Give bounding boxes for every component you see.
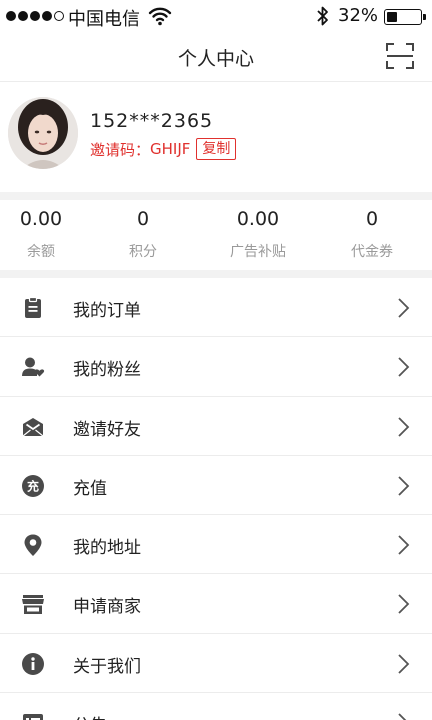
invite-mail-icon <box>21 415 45 439</box>
avatar[interactable] <box>8 97 78 169</box>
stat-vouchers[interactable]: 0 代金券 <box>312 200 432 270</box>
menu-item-announcement[interactable]: 公告 <box>0 693 432 720</box>
menu-item-about-us[interactable]: 关于我们 <box>0 634 432 694</box>
menu-item-label: 充值 <box>73 478 107 499</box>
invite-code-label: 邀请码： <box>90 140 151 159</box>
user-phone: 152***2365 <box>90 110 214 132</box>
wifi-icon <box>148 6 172 30</box>
chevron-right-icon <box>396 297 410 319</box>
stat-balance[interactable]: 0.00 余额 <box>0 200 82 270</box>
menu-item-my-address[interactable]: 我的地址 <box>0 515 432 575</box>
chevron-right-icon <box>396 534 410 556</box>
chevron-right-icon <box>396 475 410 497</box>
menu-item-label: 我的地址 <box>73 538 141 559</box>
location-pin-icon <box>21 533 45 557</box>
page-title: 个人中心 <box>177 48 254 70</box>
stat-vouchers-value: 0 <box>365 208 379 230</box>
stat-ad-subsidy[interactable]: 0.00 广告补贴 <box>204 200 312 270</box>
menu-item-label: 公告 <box>73 711 107 720</box>
section-divider <box>0 192 432 200</box>
info-icon <box>21 652 45 676</box>
section-divider <box>0 270 432 278</box>
store-icon <box>21 592 45 616</box>
fans-icon <box>21 355 45 379</box>
battery-icon <box>384 9 422 25</box>
menu-item-label: 邀请好友 <box>73 419 141 440</box>
menu-item-label: 申请商家 <box>73 597 141 618</box>
nav-bar: 个人中心 <box>0 32 432 82</box>
menu-item-my-orders[interactable]: 我的订单 <box>0 278 432 338</box>
menu-item-label: 我的订单 <box>73 301 141 321</box>
stat-points-label: 积分 <box>129 244 157 260</box>
menu-item-label: 关于我们 <box>73 656 141 677</box>
status-bar: 中国电信 32% <box>0 0 432 32</box>
menu-item-my-fans[interactable]: 我的粉丝 <box>0 337 432 397</box>
menu-item-apply-merchant[interactable]: 申请商家 <box>0 574 432 634</box>
battery-percent: 32% <box>338 5 379 26</box>
profile-card[interactable]: 152***2365 邀请码： GHIJF 复制 <box>0 82 432 192</box>
recharge-icon: 充 <box>21 474 45 498</box>
menu-list: 我的订单 我的粉丝 邀请好友 充 充值 我的地址 申请商家 关于我们 <box>0 278 432 720</box>
chevron-right-icon <box>396 593 410 615</box>
scan-icon[interactable] <box>384 40 416 72</box>
stat-balance-label: 余额 <box>27 244 55 260</box>
signal-strength-icon <box>6 11 64 21</box>
menu-item-recharge[interactable]: 充 充值 <box>0 456 432 516</box>
carrier-name: 中国电信 <box>68 9 140 30</box>
invite-code-row: 邀请码： GHIJF 复制 <box>90 138 237 160</box>
chevron-right-icon <box>396 356 410 378</box>
chevron-right-icon <box>396 712 410 720</box>
copy-button[interactable]: 复制 <box>196 138 237 160</box>
stat-points-value: 0 <box>136 208 150 230</box>
menu-item-invite-friends[interactable]: 邀请好友 <box>0 397 432 456</box>
chevron-right-icon <box>396 416 410 438</box>
menu-item-label: 我的粉丝 <box>73 360 141 381</box>
stat-ad-subsidy-label: 广告补贴 <box>230 244 286 260</box>
stat-vouchers-label: 代金券 <box>351 244 393 260</box>
account-stats: 0.00 余额 0 积分 0.00 广告补贴 0 代金券 <box>0 200 432 270</box>
battery-level-fill <box>387 12 397 22</box>
stat-ad-subsidy-value: 0.00 <box>236 208 280 230</box>
bluetooth-icon <box>316 5 330 31</box>
battery-cap <box>423 14 426 20</box>
clipboard-icon <box>21 296 45 320</box>
invite-code-value: GHIJF <box>150 140 191 158</box>
stat-balance-value: 0.00 <box>19 208 63 230</box>
recharge-icon-glyph: 充 <box>27 478 39 493</box>
announcement-icon <box>21 711 45 720</box>
stat-points[interactable]: 0 积分 <box>82 200 204 270</box>
chevron-right-icon <box>396 653 410 675</box>
